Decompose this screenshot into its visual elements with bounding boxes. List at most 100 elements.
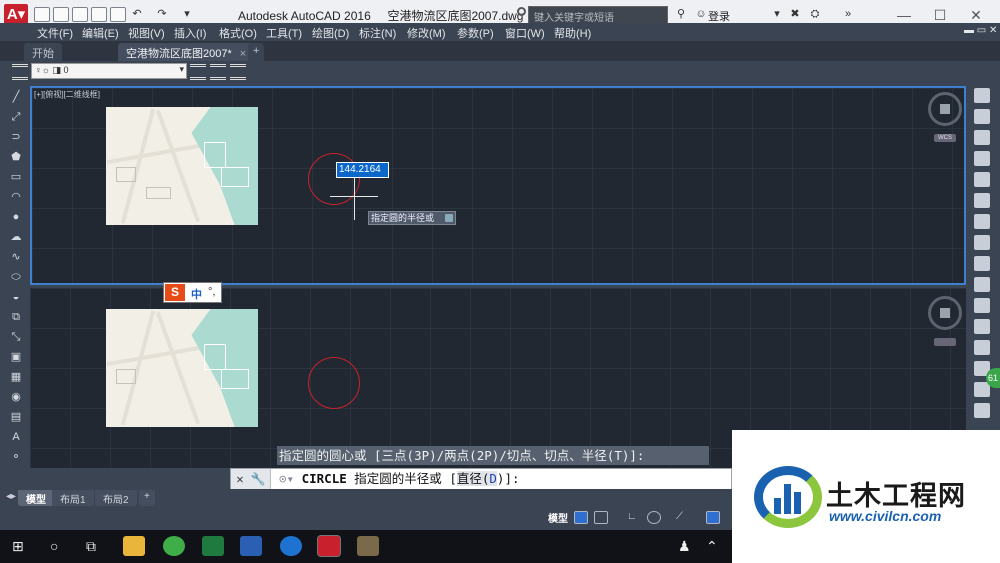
make-current-layer-icon[interactable] xyxy=(190,64,206,80)
layout-nav-icon[interactable]: ◂▸ xyxy=(6,491,16,502)
polyline-icon[interactable]: ⊃ xyxy=(7,129,25,145)
menu-insert[interactable]: 插入(I) xyxy=(174,25,206,41)
ellipse-icon[interactable]: ⬭ xyxy=(7,269,25,285)
exchange-icon[interactable]: ✖ xyxy=(788,8,802,20)
extend-icon[interactable] xyxy=(974,298,990,313)
save-icon[interactable] xyxy=(72,7,88,22)
customize-icon[interactable]: 🔧 xyxy=(249,469,267,489)
previous-layer-icon[interactable] xyxy=(230,64,246,80)
revcloud-icon[interactable]: ☁ xyxy=(7,229,25,245)
file-explorer-icon[interactable] xyxy=(123,536,145,556)
doc-minimize-icon[interactable]: ▬ ▭ ✕ xyxy=(964,25,997,36)
tab-active-drawing[interactable]: 空港物流区底图2007* × xyxy=(118,43,255,61)
command-line[interactable]: ✕ 🔧 ⊙▾ CIRCLE 指定圆的半径或 [直径(D)]: xyxy=(230,468,732,490)
ortho-icon[interactable]: ∟ xyxy=(627,511,641,524)
open-file-icon[interactable] xyxy=(53,7,69,22)
make-block-icon[interactable]: ⤡ xyxy=(7,329,25,345)
menu-file[interactable]: 文件(F) xyxy=(37,25,73,41)
lineweight-icon[interactable] xyxy=(706,511,720,524)
new-file-icon[interactable] xyxy=(34,7,50,22)
offset-icon[interactable] xyxy=(974,151,990,166)
minimize-button[interactable]: — xyxy=(893,5,915,25)
circle-icon[interactable]: ● xyxy=(7,209,25,225)
diameter-option[interactable]: 直径(D xyxy=(456,471,497,486)
search-input[interactable]: 键入关键字或短语 xyxy=(528,6,668,24)
cart-icon[interactable]: ▾ xyxy=(770,8,784,20)
arc-icon[interactable]: ◠ xyxy=(7,189,25,205)
menu-help[interactable]: 帮助(H) xyxy=(554,25,591,41)
menu-draw[interactable]: 绘图(D) xyxy=(312,25,349,41)
autocad-taskbar-icon[interactable] xyxy=(317,535,341,557)
scale-icon[interactable] xyxy=(974,235,990,250)
ime-mode[interactable]: 中 xyxy=(191,286,202,302)
menu-dimension[interactable]: 标注(N) xyxy=(359,25,396,41)
a360-icon[interactable]: ⛭ xyxy=(808,8,822,20)
table-icon[interactable]: ▤ xyxy=(7,409,25,425)
menu-parametric[interactable]: 参数(P) xyxy=(457,25,494,41)
user-icon[interactable]: ☺ xyxy=(694,8,708,20)
print-icon[interactable] xyxy=(110,7,126,22)
menu-format[interactable]: 格式(O) xyxy=(219,25,257,41)
tab-start[interactable]: 开始 xyxy=(24,43,62,61)
ime-punctuation[interactable]: °, xyxy=(208,286,215,298)
edge-icon[interactable] xyxy=(280,536,302,556)
app-taskbar-icon[interactable] xyxy=(357,536,379,556)
more-icon[interactable]: » xyxy=(841,8,855,20)
new-tab-button[interactable]: + xyxy=(248,43,265,61)
join-icon[interactable] xyxy=(974,340,990,355)
erase-icon[interactable] xyxy=(974,88,990,103)
mirror-icon[interactable] xyxy=(974,130,990,145)
people-icon[interactable]: ♟ xyxy=(678,538,691,555)
viewcube[interactable] xyxy=(928,296,962,330)
quick-access-dropdown-icon[interactable]: ▾ xyxy=(180,8,194,20)
polygon-icon[interactable]: ⬟ xyxy=(7,149,25,165)
windows-start-icon[interactable]: ⊞ xyxy=(12,538,24,555)
ime-status-bar[interactable]: S 中 °, xyxy=(163,282,222,303)
osnap-icon[interactable]: ⟋ xyxy=(676,511,690,524)
rectangle-icon[interactable]: ▭ xyxy=(7,169,25,185)
viewport-controls-label[interactable]: [+][俯视][二维线框] xyxy=(34,89,100,100)
insert-block-icon[interactable]: ⧉ xyxy=(7,309,25,325)
viewcube[interactable] xyxy=(928,92,962,126)
maximize-button[interactable]: ☐ xyxy=(929,5,951,25)
break-icon[interactable] xyxy=(974,319,990,334)
login-button[interactable]: 登录 xyxy=(708,8,730,24)
add-selected-icon[interactable]: ⚬ xyxy=(7,449,25,465)
word-icon[interactable] xyxy=(240,536,262,556)
cortana-icon[interactable]: ○ xyxy=(50,538,58,554)
gradient-icon[interactable]: ◉ xyxy=(7,389,25,405)
task-view-icon[interactable]: ⧉ xyxy=(86,538,96,555)
explode-icon[interactable] xyxy=(974,403,990,418)
trim-icon[interactable] xyxy=(974,277,990,292)
binoculars-icon[interactable]: ⚲ xyxy=(674,8,688,20)
grid-icon[interactable] xyxy=(574,511,588,524)
tab-layout1[interactable]: 布局1 xyxy=(52,490,94,506)
menu-tools[interactable]: 工具(T) xyxy=(266,25,302,41)
layer-dropdown[interactable]: ♀☼ ◨ 0 ▾ xyxy=(31,63,187,79)
undo-icon[interactable]: ↶ xyxy=(130,8,144,20)
polar-icon[interactable] xyxy=(647,511,661,524)
tab-model[interactable]: 模型 xyxy=(18,490,54,506)
redo-icon[interactable]: ↷ xyxy=(155,8,169,20)
options-arrow-icon[interactable] xyxy=(445,214,453,222)
spline-icon[interactable]: ∿ xyxy=(7,249,25,265)
construction-line-icon[interactable]: ⤢ xyxy=(7,109,25,125)
array-icon[interactable] xyxy=(974,172,990,187)
close-button[interactable]: ✕ xyxy=(965,5,987,25)
menu-modify[interactable]: 修改(M) xyxy=(407,25,446,41)
excel-icon[interactable] xyxy=(202,536,224,556)
drawing-viewport-top[interactable]: [+][俯视][二维线框] 144.2164 指定圆的半径或 WCS xyxy=(30,86,966,285)
model-space-toggle[interactable]: 模型 xyxy=(548,510,568,525)
match-layer-icon[interactable] xyxy=(210,64,226,80)
stretch-icon[interactable] xyxy=(974,256,990,271)
wcs-menu[interactable]: WCS xyxy=(934,134,956,142)
dynamic-input-field[interactable]: 144.2164 xyxy=(336,162,389,178)
wcs-menu[interactable] xyxy=(934,338,956,346)
line-icon[interactable]: ╱ xyxy=(7,89,25,105)
menu-window[interactable]: 窗口(W) xyxy=(505,25,545,41)
add-layout-button[interactable]: + xyxy=(139,490,155,506)
viewcube-top-face-icon[interactable] xyxy=(940,104,950,114)
browser-360-icon[interactable] xyxy=(163,536,185,556)
viewcube-top-face-icon[interactable] xyxy=(940,308,950,318)
layer-properties-icon[interactable] xyxy=(12,64,28,80)
